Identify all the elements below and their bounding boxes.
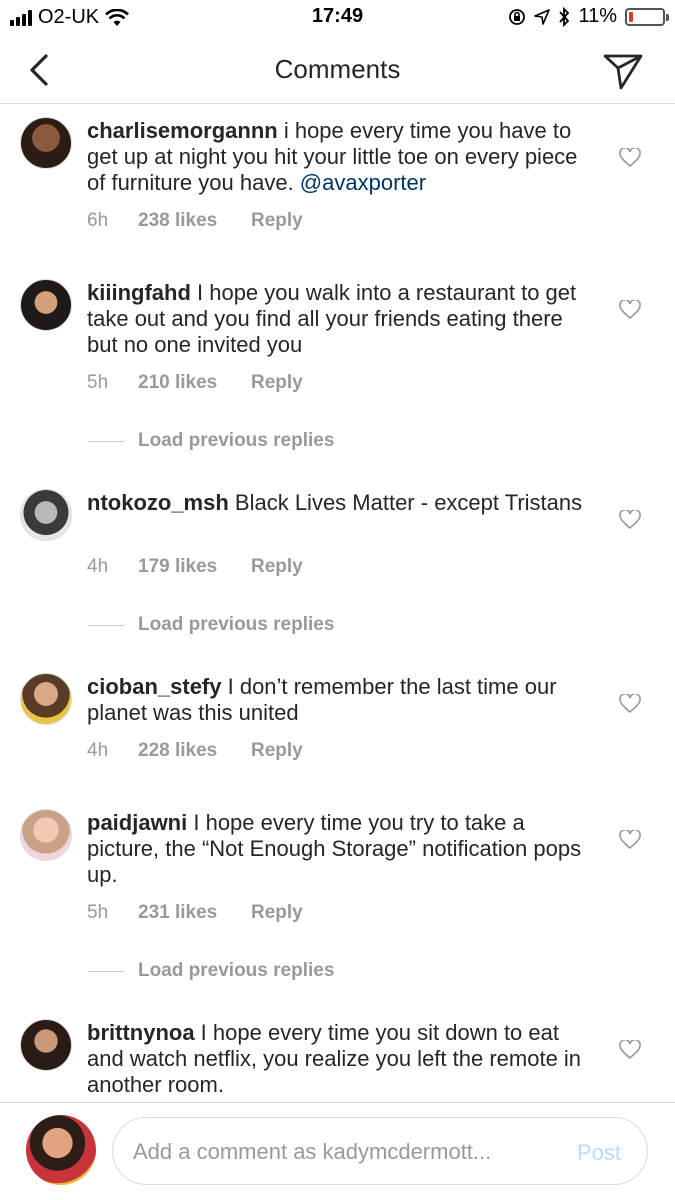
- comment-meta: 4h 228 likes Reply: [87, 740, 303, 762]
- comment-username[interactable]: ntokozo_msh: [87, 490, 229, 515]
- reply-button[interactable]: Reply: [251, 902, 303, 924]
- load-previous-label: Load previous replies: [138, 960, 335, 981]
- avatar[interactable]: [20, 1019, 72, 1071]
- comments-list[interactable]: charlisemorgannn i hope every time you h…: [0, 104, 675, 1102]
- comment-input[interactable]: [133, 1136, 543, 1168]
- comment-body: paidjawni I hope every time you try to t…: [87, 810, 597, 888]
- load-previous-replies[interactable]: Load previous replies: [88, 960, 334, 982]
- bluetooth-icon: [559, 6, 570, 27]
- comment-time: 5h: [87, 372, 109, 393]
- orientation-lock-icon: [509, 8, 526, 25]
- comment-meta: 5h 231 likes Reply: [87, 902, 303, 924]
- location-icon: [534, 8, 551, 25]
- comment-box: Post: [112, 1117, 648, 1185]
- comment-username[interactable]: kiiingfahd: [87, 280, 191, 305]
- comment-body: charlisemorgannn i hope every time you h…: [87, 118, 597, 196]
- avatar[interactable]: [20, 673, 72, 725]
- avatar[interactable]: [20, 489, 72, 541]
- comment-username[interactable]: brittnynoa: [87, 1020, 195, 1045]
- comment-time: 4h: [87, 556, 109, 577]
- divider-line: [88, 440, 124, 442]
- comment-time: 6h: [87, 210, 109, 231]
- comment-mention[interactable]: @avaxporter: [300, 170, 426, 195]
- comment-likes[interactable]: 210 likes: [138, 372, 251, 394]
- comment-body: cioban_stefy I don’t remember the last t…: [87, 674, 597, 726]
- battery-icon: [625, 7, 669, 26]
- comment-time: 5h: [87, 902, 109, 923]
- comment-likes[interactable]: 228 likes: [138, 740, 251, 762]
- load-previous-replies[interactable]: Load previous replies: [88, 614, 334, 636]
- comment-meta: 6h 238 likes Reply: [87, 210, 303, 232]
- load-previous-label: Load previous replies: [138, 430, 335, 451]
- comment-time: 4h: [87, 740, 109, 761]
- heart-icon[interactable]: [619, 148, 641, 168]
- reply-button[interactable]: Reply: [251, 556, 303, 578]
- comment-text: Black Lives Matter - except Tristans: [228, 490, 583, 515]
- comment-username[interactable]: paidjawni: [87, 810, 187, 835]
- battery-percent: 11%: [578, 5, 617, 27]
- heart-icon[interactable]: [619, 830, 641, 850]
- reply-button[interactable]: Reply: [251, 210, 303, 232]
- status-bar: O2-UK 17:49 11%: [0, 0, 675, 36]
- comment-likes[interactable]: 231 likes: [138, 902, 251, 924]
- heart-icon[interactable]: [619, 694, 641, 714]
- page-title: Comments: [274, 54, 401, 84]
- avatar: [26, 1115, 96, 1185]
- post-button[interactable]: Post: [577, 1140, 621, 1166]
- battery-fill: [629, 11, 633, 22]
- heart-icon[interactable]: [619, 510, 641, 530]
- comment-username[interactable]: cioban_stefy: [87, 674, 222, 699]
- comment-likes[interactable]: 179 likes: [138, 556, 251, 578]
- heart-icon[interactable]: [619, 300, 641, 320]
- avatar[interactable]: [20, 117, 72, 169]
- avatar[interactable]: [20, 279, 72, 331]
- comment-meta: 4h 179 likes Reply: [87, 556, 303, 578]
- header: Comments: [0, 36, 675, 104]
- heart-icon[interactable]: [619, 1040, 641, 1060]
- reply-button[interactable]: Reply: [251, 372, 303, 394]
- divider-line: [88, 970, 124, 972]
- divider-line: [88, 624, 124, 626]
- direct-send-icon[interactable]: [601, 48, 645, 92]
- comment-composer: Post: [0, 1102, 675, 1200]
- comment-username[interactable]: charlisemorgannn: [87, 118, 278, 143]
- comment-likes[interactable]: 238 likes: [138, 210, 251, 232]
- comment-meta: 5h 210 likes Reply: [87, 372, 303, 394]
- avatar[interactable]: [20, 809, 72, 861]
- comment-body: kiiingfahd I hope you walk into a restau…: [87, 280, 597, 358]
- status-right: 11%: [508, 5, 669, 28]
- load-previous-label: Load previous replies: [138, 614, 335, 635]
- load-previous-replies[interactable]: Load previous replies: [88, 430, 334, 452]
- comment-body: brittnynoa I hope every time you sit dow…: [87, 1020, 597, 1098]
- comment-body: ntokozo_msh Black Lives Matter - except …: [87, 490, 597, 516]
- reply-button[interactable]: Reply: [251, 740, 303, 762]
